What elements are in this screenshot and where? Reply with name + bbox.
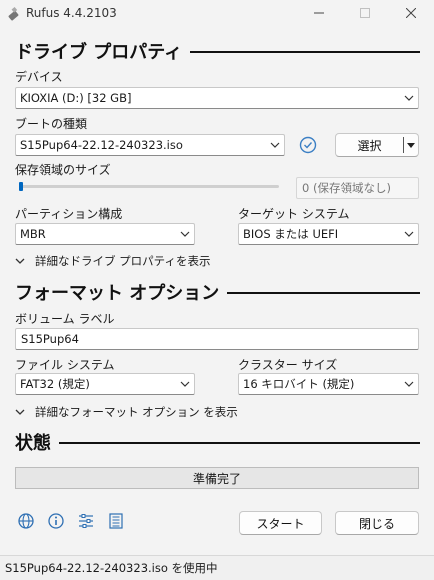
file-system-label: ファイル システム <box>15 358 115 372</box>
chevron-down-icon <box>15 258 29 264</box>
maximize-icon <box>360 7 370 21</box>
partition-scheme-value: MBR <box>20 227 46 241</box>
settings-button[interactable] <box>76 512 96 532</box>
drive-properties-header: ドライブ プロパティ <box>15 38 420 64</box>
target-system-select[interactable]: BIOS または UEFI <box>238 223 419 245</box>
boot-type-value: S15Pup64-22.12-240323.iso <box>20 138 183 152</box>
chevron-down-icon <box>266 142 284 148</box>
advanced-format-toggle-label: 詳細なフォーマット オプション を表示 <box>35 405 238 419</box>
section-divider <box>227 292 420 294</box>
info-icon <box>47 512 65 533</box>
close-button-label: 閉じる <box>358 516 395 531</box>
boot-type-label: ブートの種類 <box>15 117 88 131</box>
partition-scheme-select[interactable]: MBR <box>15 223 195 245</box>
persistent-size-slider[interactable] <box>19 185 279 188</box>
maximize-button[interactable] <box>342 0 388 28</box>
section-divider <box>59 442 420 444</box>
section-title: ドライブ プロパティ <box>15 42 183 63</box>
status-text: 準備完了 <box>192 471 241 486</box>
advanced-drive-toggle-label: 詳細なドライブ プロパティを表示 <box>35 254 211 268</box>
file-system-value: FAT32 (規定) <box>20 377 90 391</box>
volume-label-input[interactable]: S15Pup64 <box>15 328 419 350</box>
chevron-down-icon <box>15 409 29 415</box>
sliders-icon <box>77 512 95 533</box>
advanced-drive-properties-toggle[interactable]: 詳細なドライブ プロパティを表示 <box>15 253 210 269</box>
minimize-icon <box>314 7 324 21</box>
persistent-size-field[interactable]: 0 (保存領域なし) <box>296 177 419 199</box>
check-hash-button[interactable] <box>298 135 320 155</box>
chevron-down-icon <box>176 231 194 237</box>
device-value: KIOXIA (D:) [32 GB] <box>20 91 132 105</box>
section-title: 状態 <box>15 433 51 454</box>
volume-label-label: ボリューム ラベル <box>15 312 115 326</box>
window-title: Rufus 4.4.2103 <box>26 6 117 20</box>
usb-drive-icon <box>6 6 22 22</box>
checkmark-circle-icon <box>298 136 318 158</box>
cluster-size-label: クラスター サイズ <box>238 358 338 372</box>
about-button[interactable] <box>46 512 66 532</box>
cluster-size-value: 16 キロバイト (規定) <box>243 377 355 391</box>
section-title: フォーマット オプション <box>15 283 220 304</box>
start-button-label: スタート <box>256 516 305 531</box>
close-button[interactable]: 閉じる <box>335 511 419 535</box>
log-list-icon <box>107 512 125 533</box>
persistent-size-value: 0 (保存領域なし) <box>302 181 391 195</box>
language-button[interactable] <box>16 512 36 532</box>
chevron-down-icon <box>400 95 418 101</box>
status-progress-bar: 準備完了 <box>15 467 419 489</box>
status-header: 状態 <box>15 429 420 455</box>
target-system-value: BIOS または UEFI <box>243 227 339 241</box>
select-button-label: 選択 <box>357 138 382 153</box>
device-label: デバイス <box>15 70 63 84</box>
chevron-down-icon <box>176 381 194 387</box>
partition-scheme-label: パーティション構成 <box>15 207 123 221</box>
select-split-button[interactable]: 選択 <box>335 133 419 157</box>
globe-icon <box>17 512 35 533</box>
chevron-down-icon <box>400 381 418 387</box>
persistent-size-label: 保存領域のサイズ <box>15 163 111 177</box>
target-system-label: ターゲット システム <box>238 207 350 221</box>
boot-type-select[interactable]: S15Pup64-22.12-240323.iso <box>15 134 285 156</box>
advanced-format-options-toggle[interactable]: 詳細なフォーマット オプション を表示 <box>15 404 238 420</box>
chevron-down-icon <box>400 231 418 237</box>
cluster-size-select[interactable]: 16 キロバイト (規定) <box>238 373 419 395</box>
slider-thumb[interactable] <box>19 182 23 191</box>
status-bar: S15Pup64-22.12-240323.iso を使用中 <box>0 555 434 580</box>
file-system-select[interactable]: FAT32 (規定) <box>15 373 195 395</box>
dropdown-arrow-icon[interactable] <box>404 142 418 148</box>
format-options-header: フォーマット オプション <box>15 279 420 305</box>
close-window-button[interactable] <box>388 0 434 28</box>
volume-label-value: S15Pup64 <box>21 332 79 346</box>
minimize-button[interactable] <box>296 0 342 28</box>
start-button[interactable]: スタート <box>239 511 322 535</box>
device-select[interactable]: KIOXIA (D:) [32 GB] <box>15 87 419 109</box>
title-bar: Rufus 4.4.2103 <box>0 0 434 28</box>
status-bar-text: S15Pup64-22.12-240323.iso を使用中 <box>5 561 218 575</box>
log-button[interactable] <box>106 512 126 532</box>
section-divider <box>190 51 420 53</box>
close-icon <box>405 7 417 21</box>
